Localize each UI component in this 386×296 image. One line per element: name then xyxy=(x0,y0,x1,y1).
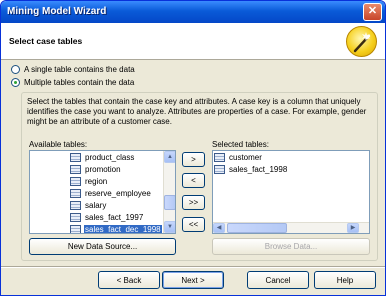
instructions-text: Select the tables that contain the case … xyxy=(27,97,367,126)
back-button[interactable]: < Back xyxy=(98,271,160,289)
table-icon xyxy=(70,152,81,162)
selected-tables-list[interactable]: customer sales_fact_1998 ◀ ▶ xyxy=(212,150,370,234)
browse-data-button[interactable]: Browse Data... xyxy=(212,238,370,255)
table-name: sales_fact_1998 xyxy=(229,164,288,174)
table-name: region xyxy=(85,176,108,186)
table-icon xyxy=(70,212,81,222)
list-item[interactable]: region xyxy=(70,175,108,187)
scroll-right-arrow-icon[interactable]: ▶ xyxy=(347,223,359,233)
selected-tables-label: Selected tables: xyxy=(212,140,269,149)
table-icon xyxy=(70,188,81,198)
selected-hscrollbar[interactable]: ◀ ▶ xyxy=(213,222,369,233)
title-bar[interactable]: Mining Model Wizard ✕ xyxy=(1,1,385,23)
multiple-tables-label: Multiple tables contain the data xyxy=(24,78,135,87)
list-item[interactable]: promotion xyxy=(70,163,122,175)
remove-all-tables-button[interactable]: << xyxy=(182,217,205,232)
list-item[interactable]: salary xyxy=(70,199,107,211)
wizard-header: Select case tables xyxy=(1,23,385,60)
table-icon xyxy=(214,152,225,162)
available-scrollbar[interactable]: ▲ ▼ xyxy=(163,151,175,233)
wizard-window: Mining Model Wizard ✕ Select case tables… xyxy=(0,0,386,296)
available-tables-list[interactable]: product_class promotion region reserve_empl… xyxy=(29,150,176,234)
footer-separator xyxy=(1,266,385,268)
list-item[interactable]: sales_fact_dec_1998 xyxy=(70,223,163,234)
scroll-thumb[interactable] xyxy=(164,195,175,210)
magic-wand-icon xyxy=(346,26,377,57)
window-title: Mining Model Wizard xyxy=(7,6,107,17)
table-name: sales_fact_1997 xyxy=(85,212,144,222)
table-name: reserve_employee xyxy=(85,188,151,198)
scroll-left-arrow-icon[interactable]: ◀ xyxy=(213,223,225,233)
available-tables-label: Available tables: xyxy=(29,140,88,149)
hscroll-thumb[interactable] xyxy=(227,223,287,233)
list-item[interactable]: sales_fact_1998 xyxy=(214,163,288,175)
table-name: salary xyxy=(85,200,107,210)
single-table-option[interactable]: A single table contains the data xyxy=(11,65,135,74)
single-table-radio[interactable] xyxy=(11,65,20,74)
table-name: sales_fact_dec_1998 xyxy=(83,223,163,234)
list-item[interactable]: sales_fact_1997 xyxy=(70,211,144,223)
cancel-button[interactable]: Cancel xyxy=(247,271,309,289)
add-all-tables-button[interactable]: >> xyxy=(182,195,205,210)
list-item[interactable]: reserve_employee xyxy=(70,187,152,199)
table-icon xyxy=(214,164,225,174)
table-icon xyxy=(70,224,81,233)
table-name: promotion xyxy=(85,164,121,174)
multiple-tables-option[interactable]: Multiple tables contain the data xyxy=(11,78,134,87)
table-name: customer xyxy=(229,152,262,162)
multiple-tables-radio[interactable] xyxy=(11,78,20,87)
table-name: product_class xyxy=(85,152,135,162)
remove-table-button[interactable]: < xyxy=(182,173,205,188)
table-icon xyxy=(70,164,81,174)
help-button[interactable]: Help xyxy=(314,271,376,289)
list-item[interactable]: customer xyxy=(214,151,263,163)
list-item[interactable]: product_class xyxy=(70,151,135,163)
add-table-button[interactable]: > xyxy=(182,152,205,167)
scroll-down-arrow-icon[interactable]: ▼ xyxy=(164,221,175,233)
page-title: Select case tables xyxy=(9,36,83,46)
scroll-up-arrow-icon[interactable]: ▲ xyxy=(164,151,175,163)
close-button[interactable]: ✕ xyxy=(363,3,382,21)
table-icon xyxy=(70,200,81,210)
single-table-label: A single table contains the data xyxy=(24,65,135,74)
next-button[interactable]: Next > xyxy=(162,271,224,289)
new-data-source-button[interactable]: New Data Source... xyxy=(29,238,176,255)
table-icon xyxy=(70,176,81,186)
